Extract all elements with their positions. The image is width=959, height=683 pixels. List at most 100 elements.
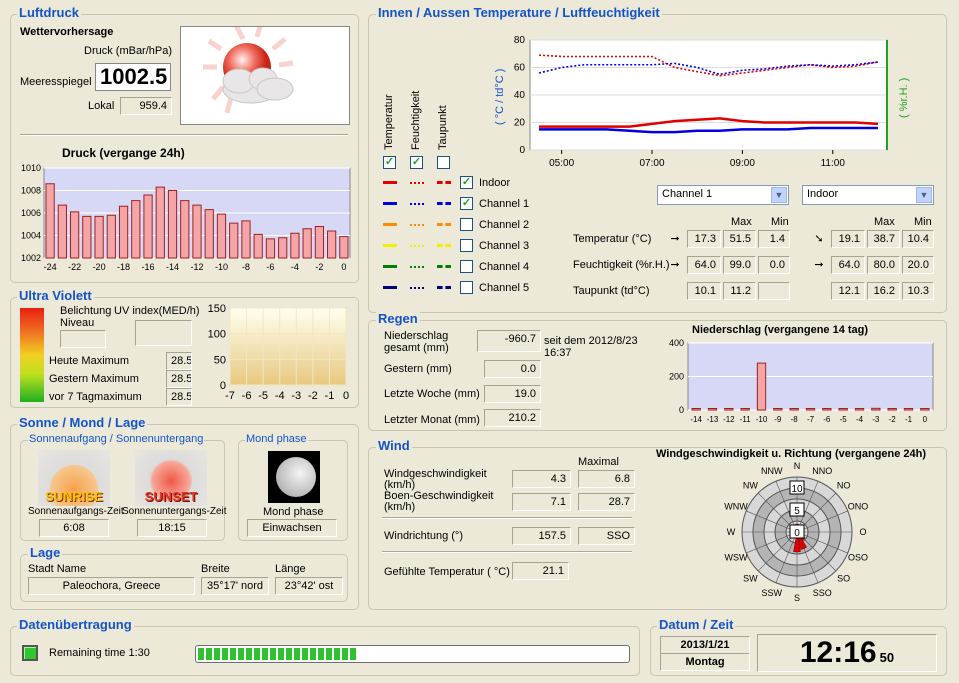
x-tick-label: 09:00 <box>730 158 755 169</box>
bar <box>789 408 799 411</box>
rain-total-label: Niederschlag gesamt (mm) <box>384 330 449 354</box>
x-tick-label: -2 <box>889 415 897 424</box>
channel-label: Channel 5 <box>479 282 530 294</box>
left-current-value: 64.0 <box>687 256 721 274</box>
channel-label: Indoor <box>479 177 511 189</box>
uv-title: Ultra Violett <box>17 288 94 303</box>
bar <box>106 214 116 259</box>
rain-yesterday-label: Gestern (mm) <box>384 363 452 375</box>
reading-label: Temperatur (°C) <box>573 233 652 245</box>
legend-dashed-line <box>437 181 451 184</box>
compass-label: NNO <box>812 466 832 476</box>
ring-label: 5 <box>794 506 800 517</box>
legend-dotted-line <box>410 224 424 226</box>
moon-icon <box>276 457 316 497</box>
y-tick-label: 400 <box>669 338 684 348</box>
channel-checkbox[interactable]: ✓ <box>460 176 473 189</box>
col-dew-label: Taupunkt <box>437 105 449 150</box>
niveau-label: Niveau <box>60 317 95 329</box>
lage-title: Lage <box>28 545 63 560</box>
uv-index-label: UV index(MED/h) <box>114 305 200 317</box>
legend-solid-line <box>383 181 397 184</box>
channel-checkbox[interactable] <box>460 218 473 231</box>
compass-label: SSO <box>813 588 832 598</box>
legend-solid-line <box>383 223 397 226</box>
temperature-title: Innen / Aussen Temperature / Luftfeuchti… <box>376 5 662 20</box>
reading-label: Taupunkt (td°C) <box>573 285 650 297</box>
ring-label: 0 <box>794 528 800 539</box>
bar <box>740 408 750 411</box>
left-max-value: 99.0 <box>723 256 756 274</box>
compass-label: SW <box>743 574 758 584</box>
x-tick-label: -9 <box>774 415 782 424</box>
y-tick-label: 20 <box>514 118 526 129</box>
y-tick-label: 60 <box>514 63 526 74</box>
x-tick-label: -20 <box>93 262 106 272</box>
belichtung-value <box>60 330 106 348</box>
bar <box>118 205 129 259</box>
chevron-down-icon[interactable]: ▼ <box>771 187 787 203</box>
x-tick-label: 05:00 <box>549 158 574 169</box>
min-label: Min <box>914 216 932 228</box>
chevron-down-icon[interactable]: ▼ <box>916 187 932 203</box>
legend-dotted-line <box>410 266 424 268</box>
clock-seconds: 50 <box>879 650 895 665</box>
wind-dir-value: 157.5 <box>512 527 571 545</box>
y-tick-label: 1010 <box>21 163 41 173</box>
rain-month-value: 210.2 <box>484 409 541 427</box>
bar <box>180 200 190 259</box>
x-tick-label: -5 <box>840 415 848 424</box>
rain-month-label: Letzter Monat (mm) <box>384 414 480 426</box>
bar <box>192 204 202 259</box>
bar <box>143 194 153 259</box>
bar <box>131 200 141 259</box>
bar <box>229 222 239 259</box>
x-tick-label: -6 <box>266 262 274 272</box>
compass-label: W <box>727 527 736 537</box>
channel-checkbox[interactable] <box>460 281 473 294</box>
plot-area <box>229 307 347 386</box>
bar <box>57 204 67 259</box>
wind-speed-max: 6.8 <box>578 470 635 488</box>
x-tick-label: -6 <box>823 415 831 424</box>
dew-checkbox[interactable] <box>437 156 450 169</box>
min-label: Min <box>771 216 789 228</box>
divider <box>382 517 632 519</box>
bar <box>278 237 288 259</box>
uv-week-label: vor 7 Tagmaximum <box>49 391 142 403</box>
left-current-value: 17.3 <box>687 230 721 248</box>
temp-checkbox[interactable]: ✓ <box>383 156 396 169</box>
datetime-title: Datum / Zeit <box>657 617 736 632</box>
uv-today-value: 28.5 <box>166 352 192 370</box>
hum-checkbox[interactable]: ✓ <box>410 156 423 169</box>
y-tick-label: 1006 <box>21 208 41 218</box>
y-tick-label: 1002 <box>21 253 41 263</box>
y-tick-label: 1008 <box>21 186 41 196</box>
compass-label: OSO <box>848 552 868 562</box>
channel-checkbox[interactable]: ✓ <box>460 197 473 210</box>
uv-chart: 150100500-7 -6 -5 -4 -3 -2 -1 0 <box>208 303 349 402</box>
compass-label: NW <box>743 480 758 490</box>
x-tick-label: 0 <box>923 415 928 424</box>
channel-checkbox[interactable] <box>460 239 473 252</box>
transfer-progress-fill <box>198 648 357 660</box>
right-current-value: 64.0 <box>831 256 865 274</box>
sunset-value: 18:15 <box>137 519 207 537</box>
x-tick-label: -24 <box>44 262 57 272</box>
belichtung-label: Belichtung <box>60 305 112 317</box>
bar <box>302 228 312 259</box>
left-min-value: 0.0 <box>758 256 790 274</box>
channel-checkbox[interactable] <box>460 260 473 273</box>
x-tick-label: -3 <box>291 390 301 402</box>
rain-chart: 4002000-14 -13 -12 -11 -10 -9 -8 -7 -6 -5 -4 -3 -2 -1… <box>669 338 934 424</box>
channel-select-left[interactable]: Channel 1 ▼ <box>657 185 789 205</box>
druck-label: Druck (mBar/hPa) <box>84 45 173 57</box>
channel-select-right[interactable]: Indoor ▼ <box>802 185 934 205</box>
bar <box>69 211 80 259</box>
sunrise-label: Sonnenaufgangs-Zeit <box>28 506 124 517</box>
y-tick-label: 1004 <box>21 231 41 241</box>
right-current-value: 12.1 <box>831 282 865 300</box>
lat-value: 35°17' nord <box>201 577 269 595</box>
bar <box>290 232 300 259</box>
sun-moon-title: Sonne / Mond / Lage <box>17 415 148 430</box>
